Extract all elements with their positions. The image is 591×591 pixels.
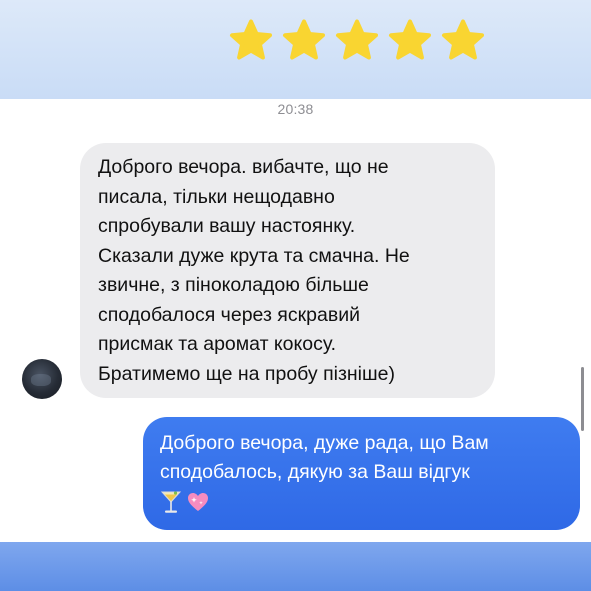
cocktail-icon — [160, 489, 182, 515]
message-line: сподобалось, дякую за Ваш відгук — [160, 461, 470, 483]
message-line: присмак та аромат кокосу. — [98, 333, 337, 355]
message-line: Доброго вечора. вибачте, що не — [98, 156, 389, 178]
emoji-row — [160, 488, 564, 516]
message-line: сподобалося через яскравий — [98, 303, 360, 326]
outgoing-message-bubble[interactable]: Доброго вечора, дуже рада, що Вам сподоб… — [143, 417, 580, 530]
message-line: Сказали дуже крута та смачна. Не — [98, 244, 410, 267]
star-icon — [279, 18, 329, 64]
message-line: Братимемо ще на пробу пізніше) — [98, 362, 395, 385]
scrollbar[interactable] — [581, 367, 584, 431]
chat-screenshot: 20:38 Доброго вечора. вибачте, що не пис… — [0, 0, 591, 591]
incoming-message-bubble[interactable]: Доброго вечора. вибачте, що не писала, т… — [80, 143, 495, 398]
star-rating — [226, 18, 488, 64]
bottom-banner — [0, 542, 591, 591]
message-line: Доброго вечора, дуже рада, що Вам — [160, 432, 489, 454]
star-icon — [332, 18, 382, 64]
star-icon — [385, 18, 435, 64]
message-line: спробували вашу настоянку. — [98, 215, 356, 237]
avatar[interactable] — [22, 359, 62, 399]
message-line: писала, тільки нещодавно — [98, 185, 335, 208]
message-line: звичне, з піноколадою більше — [98, 274, 369, 296]
star-icon — [226, 18, 276, 64]
star-icon — [438, 18, 488, 64]
message-timestamp: 20:38 — [277, 101, 314, 117]
sparkling-heart-icon — [186, 490, 210, 514]
top-banner — [0, 0, 591, 99]
